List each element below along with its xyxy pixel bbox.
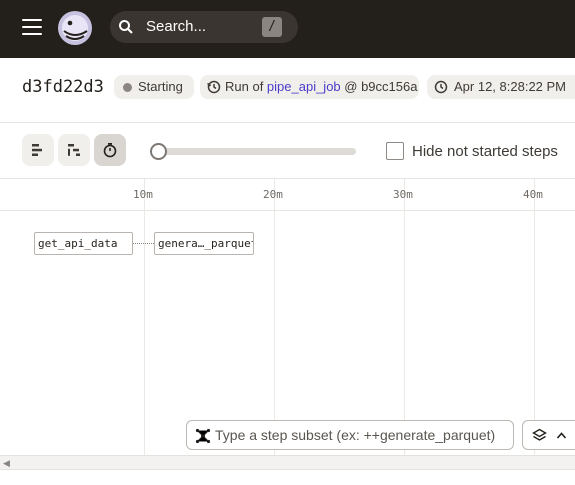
chevron-up-icon xyxy=(556,432,567,439)
horizontal-scrollbar[interactable]: ◀ xyxy=(0,455,575,469)
gantt-timeline[interactable]: 10m 20m 30m 40m get_api_data genera…_par… xyxy=(0,179,575,455)
job-snapshot: @ b9cc156a xyxy=(340,79,418,94)
hamburger-icon[interactable] xyxy=(22,19,42,35)
hide-not-started-checkbox[interactable] xyxy=(386,142,404,160)
waterfall-view-button[interactable] xyxy=(58,134,90,166)
job-badge[interactable]: Run of pipe_api_job @ b9cc156a xyxy=(200,75,419,99)
clock-icon xyxy=(434,80,448,94)
status-label: Starting xyxy=(138,79,183,94)
flat-view-icon xyxy=(32,144,42,156)
flat-view-button[interactable] xyxy=(22,134,54,166)
step-subset-placeholder: Type a step subset (ex: ++generate_parqu… xyxy=(215,427,496,443)
waterfall-view-icon xyxy=(68,144,80,156)
step-box-generate-parquet[interactable]: genera…_parquet xyxy=(154,232,254,255)
layers-menu-button[interactable] xyxy=(522,420,575,450)
scroll-left-arrow-icon[interactable]: ◀ xyxy=(3,458,10,469)
gridline xyxy=(274,179,275,455)
search-placeholder: Search... xyxy=(146,18,207,35)
gridline xyxy=(404,179,405,455)
dagster-logo-icon[interactable] xyxy=(56,9,94,47)
job-prefix: Run of xyxy=(225,79,267,94)
hide-not-started-label[interactable]: Hide not started steps xyxy=(412,143,558,160)
status-badge: Starting xyxy=(114,75,194,99)
zoom-slider-track[interactable] xyxy=(157,148,356,155)
search-shortcut-key: / xyxy=(262,17,282,37)
tick-label: 10m xyxy=(133,188,153,201)
tick-label: 20m xyxy=(263,188,283,201)
status-dot-icon xyxy=(123,83,132,92)
timer-view-button[interactable] xyxy=(94,134,126,166)
log-panel-header xyxy=(0,469,575,485)
tick-label: 30m xyxy=(393,188,413,201)
graph-nodes-icon xyxy=(195,428,211,444)
step-subset-input[interactable]: Type a step subset (ex: ++generate_parqu… xyxy=(186,420,514,450)
job-link[interactable]: pipe_api_job xyxy=(267,79,341,94)
step-box-get-api-data[interactable]: get_api_data xyxy=(34,232,133,255)
run-id: d3fd22d3 xyxy=(22,77,104,97)
zoom-slider-thumb[interactable] xyxy=(150,143,167,160)
tick-label: 40m xyxy=(523,188,543,201)
gridline xyxy=(534,179,535,455)
timestamp-badge: Apr 12, 8:28:22 PM xyxy=(427,75,575,99)
step-connector xyxy=(133,243,154,244)
search-icon xyxy=(119,20,133,34)
time-ruler: 10m 20m 30m 40m xyxy=(0,179,575,211)
layers-icon xyxy=(532,428,547,441)
gridline xyxy=(144,179,145,455)
timer-icon xyxy=(103,143,117,158)
run-timestamp: Apr 12, 8:28:22 PM xyxy=(454,79,567,94)
history-icon xyxy=(207,80,221,94)
